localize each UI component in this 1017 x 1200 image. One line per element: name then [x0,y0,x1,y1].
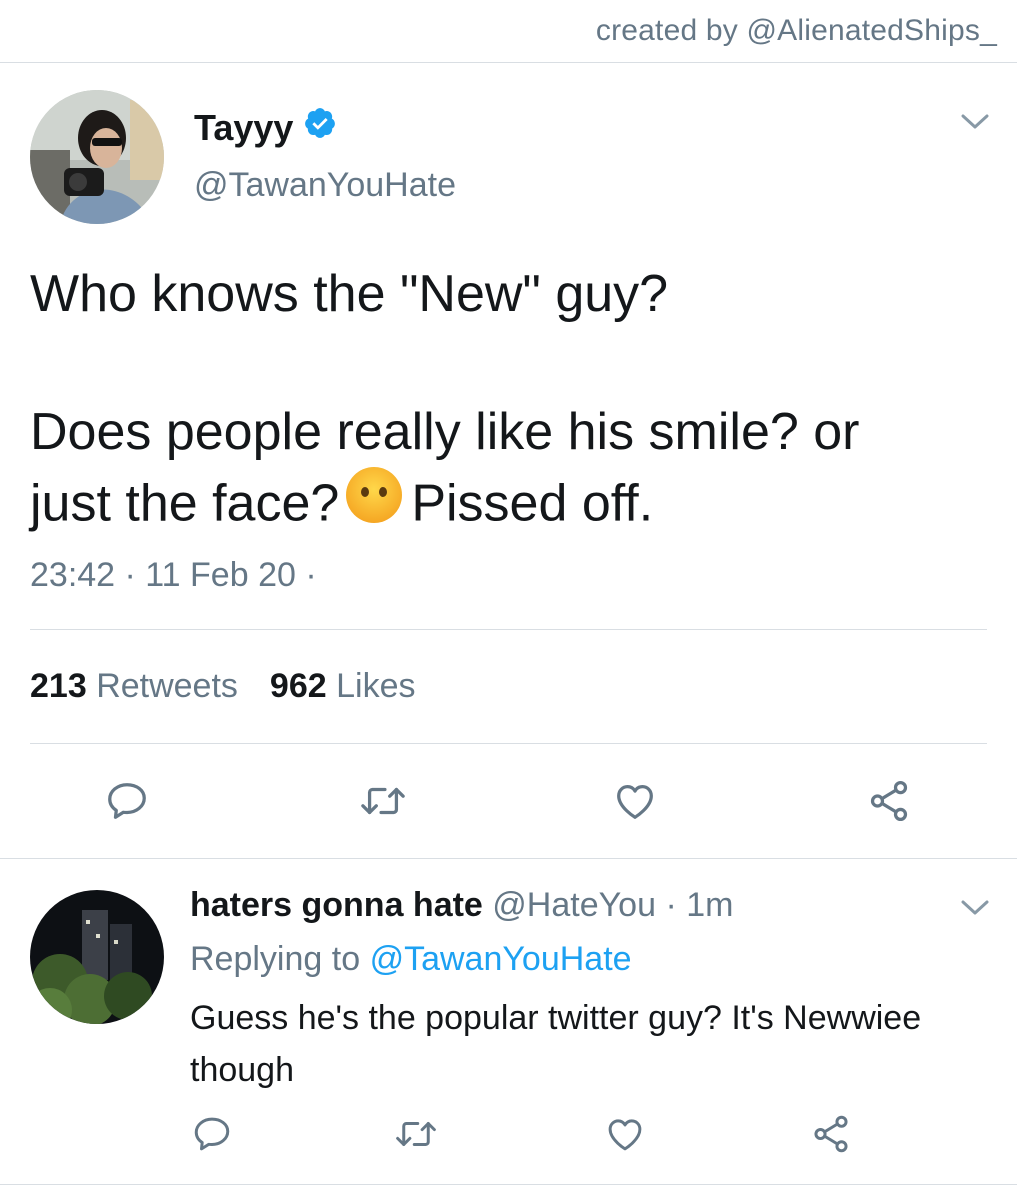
replying-to-label: Replying to [190,940,361,978]
share-icon[interactable] [864,776,914,826]
tweet-menu-chevron-down-icon[interactable] [960,112,990,137]
reply-author-avatar[interactable] [30,890,164,1024]
reply-text: Guess he's the popular twitter guy? It's… [190,999,922,1089]
likes-label: Likes [336,667,416,705]
author-avatar[interactable] [30,90,164,224]
author-handle[interactable]: @TawanYouHate [194,166,456,205]
reply-menu-chevron-down-icon[interactable] [960,898,990,923]
retweets-label: Retweets [96,667,238,705]
reply-author-handle[interactable]: @HateYou [492,886,656,924]
retweets-stat[interactable]: 213 Retweets [30,667,238,706]
stats-bottom-divider [30,743,987,744]
reply-reply-icon[interactable] [190,1112,234,1156]
stats-top-divider [30,629,987,630]
verified-badge-icon [303,106,337,149]
tweet-text-line3-after: Pissed off. [411,474,654,533]
replying-to: Replying to @TawanYouHate [190,940,632,979]
tweet-stats: 213 Retweets 962 Likes [30,667,415,706]
face-without-mouth-emoji-icon [345,466,403,540]
tweet-text-line2: Does people really like his smile? or [30,403,860,461]
replying-to-mention-link[interactable]: @TawanYouHate [370,940,632,978]
like-icon[interactable] [608,776,662,826]
likes-stat[interactable]: 962 Likes [270,667,416,706]
author-name-row[interactable]: Tayyy [194,106,337,149]
retweet-icon[interactable] [356,776,410,826]
reply-header: haters gonna hate @HateYou · 1m [190,886,733,925]
tweet-text-line3: just the face? Pissed off. [30,466,990,548]
reply-author-name[interactable]: haters gonna hate [190,886,483,924]
tweet-text-line3-before: just the face? [30,474,340,533]
reply-share-icon[interactable] [808,1112,854,1156]
reply-like-icon[interactable] [602,1112,648,1156]
reply-divider [0,858,1017,859]
reply-retweet-icon[interactable] [392,1112,440,1156]
reply-icon[interactable] [102,776,152,826]
tweet-timestamp[interactable]: 23:42 · 11 Feb 20 · [30,556,317,595]
likes-count: 962 [269,667,327,705]
reply-time[interactable]: · 1m [665,886,733,924]
retweets-count: 213 [30,667,87,705]
top-divider [0,62,1017,63]
author-name[interactable]: Tayyy [194,107,293,149]
bottom-divider [0,1184,1017,1185]
credit-text: created by @AlienatedShips_ [595,14,997,47]
tweet-text-line1: Who knows the "New" guy? [30,265,669,323]
